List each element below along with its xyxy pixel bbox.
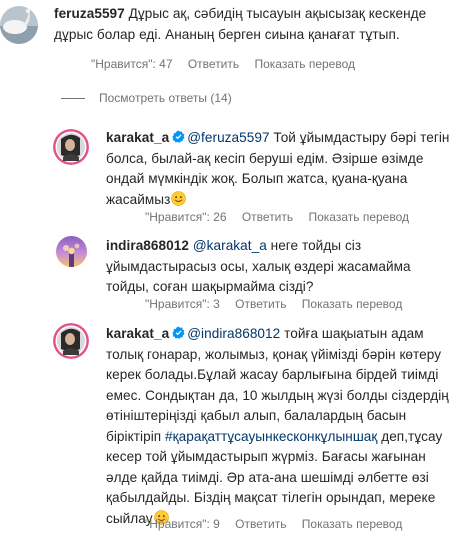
view-replies-button[interactable]: Посмотреть ответы (14) bbox=[61, 90, 232, 106]
comment-username[interactable]: karakat_a bbox=[106, 326, 169, 341]
comment-username[interactable]: feruza5597 bbox=[54, 6, 125, 21]
comment-actions: "Нравится": 47 Ответить Показать перевод bbox=[91, 56, 367, 72]
avatar[interactable] bbox=[0, 6, 38, 44]
mention-link[interactable]: @feruza5597 bbox=[187, 130, 269, 145]
translate-button[interactable]: Показать перевод bbox=[302, 297, 403, 311]
comment-body: feruza5597 Дұрыс ақ, сәбидің тысауын ақы… bbox=[54, 4, 450, 45]
translate-button[interactable]: Показать перевод bbox=[308, 210, 409, 224]
reply-button[interactable]: Ответить bbox=[242, 210, 293, 224]
smiling-face-emoji-icon bbox=[171, 190, 187, 206]
avatar[interactable] bbox=[53, 323, 89, 359]
translate-button[interactable]: Показать перевод bbox=[302, 517, 403, 531]
likes-count[interactable]: "Нравится": 9 bbox=[145, 517, 220, 531]
mention-link[interactable]: @indira868012 bbox=[187, 326, 280, 341]
likes-count[interactable]: "Нравится": 3 bbox=[145, 297, 220, 311]
comment-body: karakat_a @indira868012 тойға шақыатын ад… bbox=[106, 324, 450, 529]
translate-button[interactable]: Показать перевод bbox=[254, 57, 355, 71]
divider-line bbox=[61, 98, 85, 100]
comment-username[interactable]: indira868012 bbox=[106, 238, 189, 253]
comment-text: тойға шақыатын адам толық гонарар, жолым… bbox=[106, 326, 449, 444]
likes-count[interactable]: "Нравится": 47 bbox=[91, 57, 173, 71]
comment-actions: "Нравится": 26 Ответить Показать перевод bbox=[145, 209, 421, 225]
avatar[interactable] bbox=[53, 129, 89, 165]
comment-actions: "Нравится": 9 Ответить Показать перевод bbox=[145, 516, 414, 532]
avatar[interactable] bbox=[56, 236, 87, 267]
likes-count[interactable]: "Нравится": 26 bbox=[145, 210, 227, 224]
reply-button[interactable]: Ответить bbox=[188, 57, 239, 71]
comment-username[interactable]: karakat_a bbox=[106, 130, 169, 145]
comment-body: karakat_a @feruza5597 Той ұйымдастыру бәр… bbox=[106, 128, 450, 210]
verified-badge-icon bbox=[172, 326, 185, 339]
view-replies-label: Посмотреть ответы (14) bbox=[99, 91, 232, 105]
reply-button[interactable]: Ответить bbox=[235, 297, 286, 311]
mention-link[interactable]: @karakat_a bbox=[193, 238, 267, 253]
hashtag-link[interactable]: #қарақаттұсауынкесконкұлыншақ bbox=[165, 429, 377, 444]
comment-actions: "Нравится": 3 Ответить Показать перевод bbox=[145, 296, 414, 312]
comment-body: indira868012 @karakat_a неге тойды сіз ұ… bbox=[106, 236, 450, 298]
verified-badge-icon bbox=[172, 130, 185, 143]
comments-thread: feruza5597 Дұрыс ақ, сәбидің тысауын ақы… bbox=[0, 0, 458, 540]
reply-button[interactable]: Ответить bbox=[235, 517, 286, 531]
